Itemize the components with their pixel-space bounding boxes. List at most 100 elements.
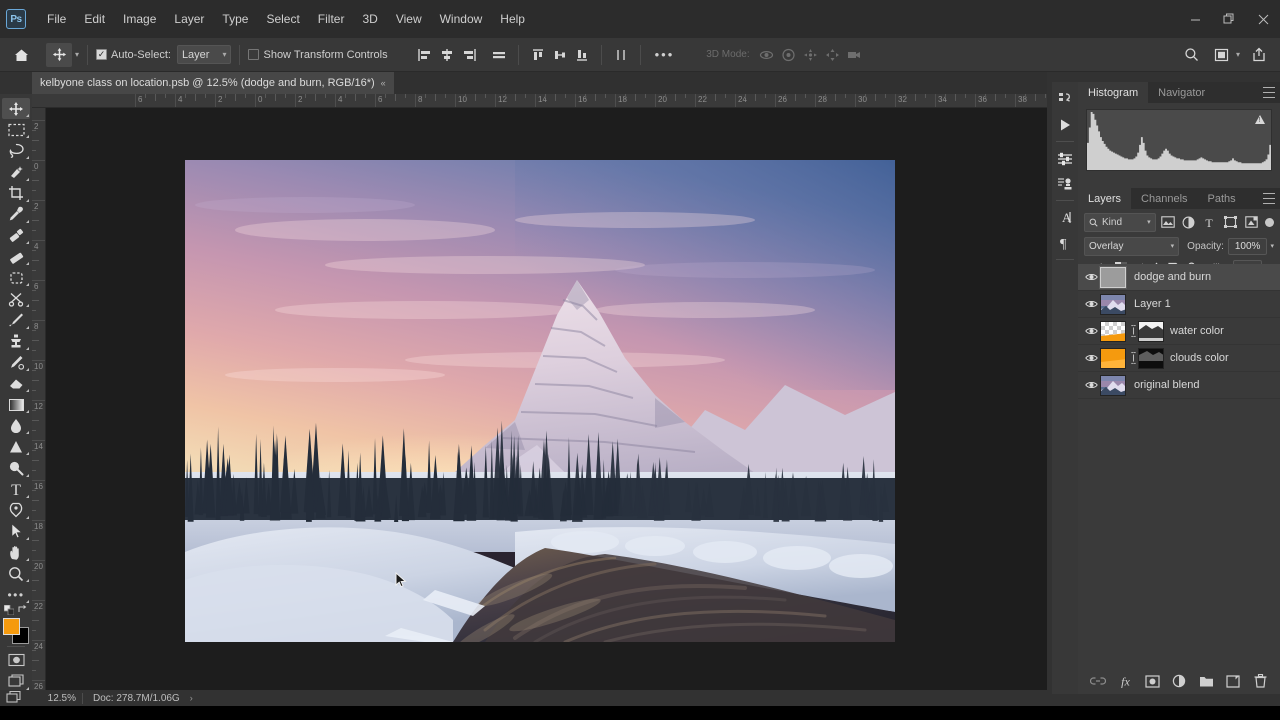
chevron-down-icon[interactable]: ▾ xyxy=(1270,242,1274,250)
canvas-area[interactable] xyxy=(46,108,1047,692)
menu-item-filter[interactable]: Filter xyxy=(309,9,354,29)
more-options-button[interactable]: ••• xyxy=(649,47,681,62)
chevron-down-icon[interactable]: ▾ xyxy=(1236,50,1240,59)
document-tab[interactable]: kelbyone class on location.psb @ 12.5% (… xyxy=(32,72,394,94)
layer-thumbnail[interactable] xyxy=(1100,348,1126,369)
menu-item-layer[interactable]: Layer xyxy=(165,9,213,29)
layer-visibility-eye-icon[interactable] xyxy=(1082,380,1100,390)
filter-adjustment-icon[interactable] xyxy=(1180,213,1198,232)
adjustments-icon[interactable] xyxy=(1053,145,1077,171)
distribute-top-edges-icon[interactable] xyxy=(527,44,549,66)
layer-visibility-eye-icon[interactable] xyxy=(1082,353,1100,363)
align-left-edges-icon[interactable] xyxy=(414,44,436,66)
filter-type-icon[interactable]: T xyxy=(1200,213,1218,232)
histogram-plot[interactable] xyxy=(1086,109,1272,171)
panel-menu-icon[interactable] xyxy=(1263,193,1275,204)
layer-row[interactable]: dodge and burn xyxy=(1078,264,1280,291)
menu-item-edit[interactable]: Edit xyxy=(75,9,114,29)
auto-select-checkbox[interactable]: ✓ xyxy=(96,49,107,60)
filter-smartobject-icon[interactable] xyxy=(1242,213,1260,232)
tab-channels[interactable]: Channels xyxy=(1131,188,1197,209)
distribute-spacing-icon[interactable] xyxy=(610,44,632,66)
align-right-edges-icon[interactable] xyxy=(458,44,480,66)
screen-mode-icon[interactable] xyxy=(2,671,30,692)
layer-row[interactable]: Layer 1 xyxy=(1078,291,1280,318)
quick-mask-icon[interactable] xyxy=(2,650,30,671)
layer-thumbnail[interactable] xyxy=(1100,294,1126,315)
menu-item-file[interactable]: File xyxy=(38,9,75,29)
default-colors-icon[interactable] xyxy=(4,605,14,618)
new-adjustment-layer-icon[interactable] xyxy=(1171,673,1188,690)
menu-item-image[interactable]: Image xyxy=(114,9,165,29)
tab-paths[interactable]: Paths xyxy=(1198,188,1246,209)
blend-mode-dropdown[interactable]: Overlay ▾ xyxy=(1084,237,1179,256)
restore-icon[interactable] xyxy=(1212,4,1246,34)
layer-mask-link-icon[interactable] xyxy=(1128,325,1138,337)
zoom-tool[interactable] xyxy=(2,563,30,584)
sponge-tool[interactable] xyxy=(2,457,30,478)
tab-histogram[interactable]: Histogram xyxy=(1078,82,1148,103)
status-expand-arrow-icon[interactable]: › xyxy=(190,693,193,703)
close-icon[interactable] xyxy=(1246,4,1280,34)
filter-shape-icon[interactable] xyxy=(1221,213,1239,232)
move-tool[interactable] xyxy=(2,98,30,119)
share-icon[interactable] xyxy=(1248,44,1270,66)
dodge-tool[interactable] xyxy=(2,436,30,457)
filter-pixel-icon[interactable] xyxy=(1159,213,1177,232)
align-horizontal-centers-icon[interactable] xyxy=(436,44,458,66)
auto-select-target-dropdown[interactable]: Layer ▾ xyxy=(177,45,232,64)
lasso-tool[interactable] xyxy=(2,140,30,161)
new-layer-icon[interactable] xyxy=(1225,673,1242,690)
layer-mask-thumbnail[interactable] xyxy=(1138,348,1164,369)
crop-tool[interactable] xyxy=(2,183,30,204)
swap-colors-icon[interactable] xyxy=(18,605,28,618)
history-brush-tool[interactable] xyxy=(2,352,30,373)
link-layers-icon[interactable] xyxy=(1090,673,1107,690)
layer-filter-kind-dropdown[interactable]: Kind ▾ xyxy=(1084,213,1156,232)
foreground-color-swatch[interactable] xyxy=(3,618,20,635)
blur-tool[interactable] xyxy=(2,415,30,436)
layer-row[interactable]: clouds color xyxy=(1078,345,1280,372)
search-icon[interactable] xyxy=(1181,44,1203,66)
character-icon[interactable]: A xyxy=(1053,204,1077,230)
layer-mask-thumbnail[interactable] xyxy=(1138,321,1164,342)
filter-enable-toggle[interactable] xyxy=(1265,218,1274,227)
path-selection-tool[interactable] xyxy=(2,521,30,542)
menu-item-select[interactable]: Select xyxy=(257,9,308,29)
menu-item-view[interactable]: View xyxy=(387,9,431,29)
layer-list[interactable]: dodge and burnLayer 1water colorclouds c… xyxy=(1078,264,1280,660)
patch-tool[interactable] xyxy=(2,267,30,288)
layer-thumbnail[interactable] xyxy=(1100,321,1126,342)
distribute-bottom-edges-icon[interactable] xyxy=(571,44,593,66)
zoom-level[interactable]: 12.5% xyxy=(30,693,82,704)
pen-tool[interactable] xyxy=(2,500,30,521)
layer-mask-link-icon[interactable] xyxy=(1128,352,1138,364)
layer-thumbnail[interactable] xyxy=(1100,267,1126,288)
actions-play-icon[interactable] xyxy=(1053,112,1077,138)
distribute-vertical-centers-icon[interactable] xyxy=(549,44,571,66)
brush-tool[interactable] xyxy=(2,309,30,330)
clone-stamp-tool[interactable] xyxy=(2,331,30,352)
align-top-edges-icon[interactable] xyxy=(488,44,510,66)
history-icon[interactable] xyxy=(1053,86,1077,112)
histogram-warning-icon[interactable] xyxy=(1255,115,1265,124)
rectangular-marquee-tool[interactable] xyxy=(2,119,30,140)
menu-item-3d[interactable]: 3D xyxy=(353,9,386,29)
home-icon[interactable] xyxy=(10,44,32,66)
document-image[interactable] xyxy=(185,160,895,642)
layer-row[interactable]: original blend xyxy=(1078,372,1280,399)
workspace-icon[interactable] xyxy=(1211,44,1233,66)
opacity-value[interactable]: 100% xyxy=(1228,238,1268,255)
spot-healing-brush-tool[interactable] xyxy=(2,225,30,246)
styles-icon[interactable] xyxy=(1053,171,1077,197)
scissors-tool[interactable] xyxy=(2,288,30,309)
layer-visibility-eye-icon[interactable] xyxy=(1082,272,1100,282)
layer-row[interactable]: water color xyxy=(1078,318,1280,345)
eraser-tool-upper[interactable] xyxy=(2,246,30,267)
gradient-tool[interactable] xyxy=(2,394,30,415)
menu-item-window[interactable]: Window xyxy=(431,9,492,29)
add-layer-mask-icon[interactable] xyxy=(1144,673,1161,690)
minimize-icon[interactable] xyxy=(1178,4,1212,34)
hand-tool[interactable] xyxy=(2,542,30,563)
paragraph-icon[interactable]: ¶ xyxy=(1053,230,1077,256)
